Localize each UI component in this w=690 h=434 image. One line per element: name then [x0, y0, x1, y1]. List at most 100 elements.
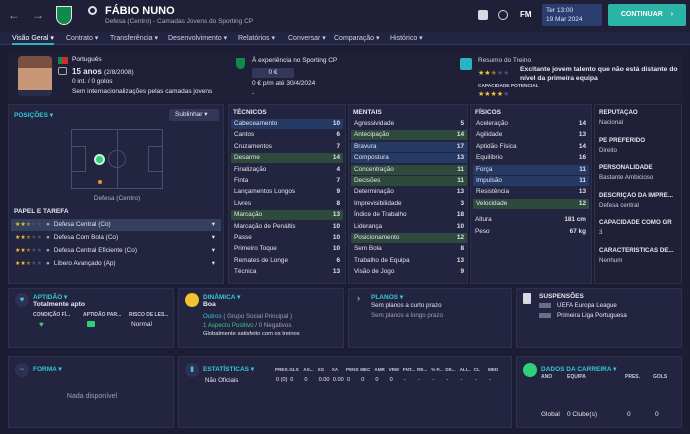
- attribute-row[interactable]: Índice de Trabalho 18: [351, 210, 467, 220]
- attribute-row[interactable]: Compostura 13: [351, 153, 467, 164]
- attribute-row[interactable]: Lançamentos Longos 9: [231, 187, 343, 197]
- info-icon[interactable]: ●: [46, 260, 50, 267]
- positions-title[interactable]: POSIÇÕES ▾: [14, 111, 53, 119]
- stats-header[interactable]: MEC: [360, 367, 370, 372]
- stats-title[interactable]: ESTATÍSTICAS ▾: [203, 365, 254, 373]
- tab-history[interactable]: Histórico ▾: [390, 32, 423, 45]
- attribute-row[interactable]: Decisões 11: [351, 176, 467, 186]
- continue-button[interactable]: CONTINUAR ›: [608, 4, 686, 26]
- attribute-row[interactable]: Liderança 10: [351, 222, 467, 232]
- stats-header[interactable]: ALI...: [460, 367, 471, 372]
- attribute-row[interactable]: Agressividade 5: [351, 119, 467, 129]
- attribute-row[interactable]: Cabeceamento 10: [231, 119, 343, 129]
- attribute-row[interactable]: Desarme 14: [231, 153, 343, 164]
- attribute-row[interactable]: Passe 10: [231, 233, 343, 243]
- attribute-row[interactable]: Livres 8: [231, 199, 343, 209]
- chevron-down-icon[interactable]: ▾: [212, 219, 215, 231]
- stats-cell: -: [460, 377, 463, 383]
- attribute-row[interactable]: Determinação 13: [351, 187, 467, 197]
- attribute-row[interactable]: Aptidão Física 14: [473, 142, 589, 152]
- stats-header[interactable]: XA: [332, 367, 338, 372]
- stats-header[interactable]: PRES.: [275, 367, 289, 372]
- stats-cell: -: [403, 377, 406, 383]
- attribute-row[interactable]: Marcação 13: [231, 210, 343, 221]
- info-icon[interactable]: ●: [46, 247, 50, 254]
- attribute-row[interactable]: Técnica 13: [231, 267, 343, 277]
- attribute-row[interactable]: Finta 7: [231, 176, 343, 186]
- stats-header[interactable]: DE...: [445, 367, 455, 372]
- attribute-row[interactable]: Cruzamentos 7: [231, 142, 343, 152]
- tab-contract[interactable]: Contrato ▾: [66, 32, 98, 45]
- stats-header[interactable]: XG: [318, 367, 325, 372]
- attribute-row[interactable]: Posicionamento 12: [351, 233, 467, 243]
- attribute-row[interactable]: Marcação de Penáltis 10: [231, 222, 343, 232]
- form-title[interactable]: FORMA ▾: [33, 365, 62, 373]
- tab-comparison[interactable]: Comparação ▾: [334, 32, 380, 45]
- dynamics-title[interactable]: DINÂMICA ▾: [203, 293, 240, 301]
- attribute-row[interactable]: Cantos 6: [231, 130, 343, 140]
- form-panel: ~ FORMA ▾ Nada disponível: [8, 356, 174, 428]
- career-title[interactable]: DADOS DA CARREIRA ▾: [541, 365, 616, 373]
- tab-overview[interactable]: Visão Geral ▾: [12, 32, 54, 45]
- info-icon[interactable]: ●: [46, 234, 50, 241]
- value-box[interactable]: 0 €: [252, 68, 294, 78]
- social-group-link[interactable]: Outros: [203, 313, 222, 320]
- stats-header[interactable]: FNT...: [403, 367, 415, 372]
- mental-title: MENTAIS: [353, 109, 382, 116]
- search-icon[interactable]: [88, 6, 97, 15]
- attribute-row[interactable]: Impulsão 11: [473, 176, 589, 186]
- plans-title[interactable]: PLANOS ▾: [371, 293, 403, 301]
- role-item[interactable]: ★★★★★ ● Defesa Central (Co) ▾: [11, 219, 221, 231]
- chevron-down-icon[interactable]: ▾: [212, 232, 215, 244]
- attribute-row[interactable]: Força 11: [473, 164, 589, 175]
- highlight-dropdown[interactable]: Sublinhar ▾: [169, 109, 219, 121]
- tab-talk[interactable]: Conversar ▾: [288, 32, 326, 45]
- positive-aspects[interactable]: 1 Aspecto Positivo: [203, 322, 254, 329]
- chevron-down-icon[interactable]: ▾: [212, 258, 215, 270]
- attribute-row[interactable]: Visão de Jogo 9: [351, 267, 467, 277]
- fm-logo[interactable]: FM: [520, 10, 532, 19]
- role-item[interactable]: ★★★★★ ● Defesa Com Bola (Co) ▾: [11, 232, 221, 244]
- position-marker[interactable]: [94, 154, 105, 165]
- attribute-row[interactable]: Concentração 11: [351, 164, 467, 175]
- info-icon[interactable]: ●: [46, 221, 50, 228]
- role-item[interactable]: ★★★★★ ● Líbero Avançado (Ap) ▾: [11, 258, 221, 270]
- stats-header[interactable]: AS...: [303, 367, 313, 372]
- stats-header[interactable]: AMR: [374, 367, 384, 372]
- stats-header[interactable]: % P...: [431, 367, 443, 372]
- chevron-down-icon[interactable]: ▾: [212, 245, 215, 257]
- stats-header[interactable]: VRM: [389, 367, 399, 372]
- attribute-row[interactable]: Imprevisibilidade 3: [351, 199, 467, 209]
- stats-header[interactable]: PENS: [346, 367, 359, 372]
- globe-icon[interactable]: [498, 10, 508, 20]
- attribute-row[interactable]: Trabalho de Equipa 13: [351, 256, 467, 266]
- attribute-row[interactable]: Resistência 13: [473, 187, 589, 197]
- attribute-row[interactable]: Finalização 4: [231, 165, 343, 175]
- attribute-row[interactable]: Remates de Longe 6: [231, 256, 343, 266]
- stats-header[interactable]: MED: [488, 367, 498, 372]
- attribute-row[interactable]: Velocidade 12: [473, 198, 589, 209]
- attribute-row[interactable]: Agilidade 13: [473, 130, 589, 140]
- attribute-row[interactable]: Antecipação 14: [351, 130, 467, 141]
- date-box[interactable]: Ter 13:00 19 Mar 2024: [542, 4, 602, 26]
- tab-reports[interactable]: Relatórios ▾: [238, 32, 275, 45]
- roles-title: PAPEL E TAREFA: [14, 208, 69, 215]
- club-crest-icon[interactable]: [56, 6, 72, 25]
- role-item[interactable]: ★★★★★ ● Defesa Central Eficiente (Co) ▾: [11, 245, 221, 257]
- attribute-row[interactable]: Primeiro Toque 10: [231, 244, 343, 254]
- stats-header[interactable]: CL: [474, 367, 480, 372]
- attribute-row[interactable]: Aceleração 14: [473, 119, 589, 129]
- fitness-title[interactable]: APTIDÃO ▾: [33, 293, 67, 301]
- tab-development[interactable]: Desenvolvimento ▾: [168, 32, 227, 45]
- stats-header[interactable]: GLS: [289, 367, 298, 372]
- flag-icon[interactable]: [478, 10, 488, 20]
- attribute-row[interactable]: Bravura 17: [351, 141, 467, 152]
- height-label: Altura: [475, 216, 492, 223]
- attribute-value: 13: [456, 154, 464, 162]
- attribute-row[interactable]: Sem Bola 8: [351, 244, 467, 254]
- attribute-row[interactable]: Equilíbrio 16: [473, 153, 589, 163]
- stats-header[interactable]: RE...: [417, 367, 427, 372]
- tab-transfer[interactable]: Transferência ▾: [110, 32, 158, 45]
- forward-arrow-icon[interactable]: →: [32, 8, 44, 22]
- back-arrow-icon[interactable]: ←: [8, 8, 20, 22]
